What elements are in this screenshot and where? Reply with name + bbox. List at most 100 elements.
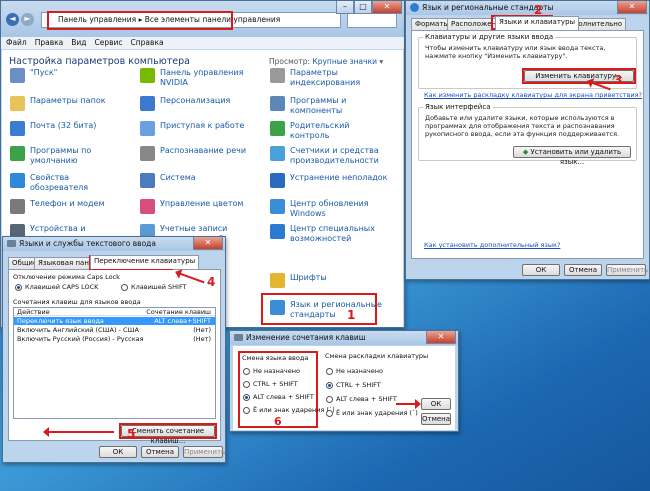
radio-button[interactable] (243, 393, 250, 401)
menu-edit[interactable]: Правка (35, 37, 64, 49)
control-panel-item-icon (10, 96, 25, 111)
menu-file[interactable]: Файл (6, 37, 27, 49)
option-alt-shift[interactable]: ALT слева + SHIFT (326, 395, 397, 403)
control-panel-item[interactable]: Центр специальных возможностей (270, 224, 388, 244)
annotation-arrow-ok (396, 399, 421, 409)
group-title: Смена раскладки клавиатуры (325, 352, 429, 360)
option-ctrl-shift[interactable]: CTRL + SHIFT (243, 380, 298, 388)
radio-button[interactable] (326, 395, 333, 403)
control-panel-item[interactable]: Устранение неполадок (270, 173, 388, 188)
ok-button[interactable]: ОК (421, 398, 451, 410)
cancel-button[interactable]: Отмена (564, 264, 602, 276)
control-panel-item[interactable]: Почта (32 бита) (10, 121, 128, 136)
control-panel-item[interactable]: Управление цветом (140, 199, 258, 214)
close-button[interactable]: ✕ (193, 237, 223, 250)
radio-button[interactable] (326, 381, 333, 389)
tab-switch-keyboard[interactable]: Переключение клавиатуры (90, 255, 200, 269)
control-panel-item-label: Шрифты (290, 273, 327, 282)
control-panel-item[interactable]: Параметры папок (10, 96, 128, 111)
annotation-arrow-5 (48, 431, 114, 433)
apply-button[interactable]: Применить (183, 446, 225, 458)
close-button[interactable]: ✕ (372, 1, 402, 14)
install-language-button[interactable]: ◆ Установить или удалить язык... (513, 146, 631, 166)
forward-button[interactable]: ► (21, 13, 34, 26)
close-button[interactable]: ✕ (617, 1, 647, 14)
ok-button[interactable]: ОК (522, 264, 560, 276)
tab-strip: Форматы Расположение Языки и клавиатуры … (411, 16, 644, 30)
control-panel-item-icon (270, 121, 285, 136)
annotation-number-6: 6 (274, 415, 282, 428)
view-selector[interactable]: Просмотр: Крупные значки ▾ (269, 57, 383, 66)
option-ctrl-shift[interactable]: CTRL + SHIFT (326, 381, 381, 389)
tab-languages-keyboards[interactable]: Языки и клавиатуры (495, 16, 580, 30)
menu-bar: Файл Правка Вид Сервис Справка (1, 37, 404, 49)
control-panel-item-icon (10, 121, 25, 136)
control-panel-item[interactable]: Шрифты (270, 273, 388, 288)
control-panel-item[interactable]: Параметры индексирования (270, 68, 388, 88)
control-panel-item[interactable]: Родительский контроль (270, 121, 388, 141)
keyboard-icon (234, 334, 243, 341)
caps-option-caps[interactable]: Клавишей CAPS LOCK (15, 283, 98, 291)
radio-button[interactable] (243, 406, 250, 414)
control-panel-item-icon (140, 173, 155, 188)
input-language-group: Смена языка ввода Не назначено CTRL + SH… (238, 351, 335, 428)
radio-button[interactable] (121, 283, 128, 291)
control-panel-item[interactable]: "Пуск" (10, 68, 128, 83)
dialog-title: Языки и службы текстового ввода (19, 239, 156, 248)
welcome-screen-link[interactable]: Как изменить раскладку клавиатуры для эк… (424, 91, 642, 99)
control-panel-item[interactable]: Приступая к работе (140, 121, 258, 136)
option-grave[interactable]: Ё или знак ударения (`) (326, 409, 418, 417)
option-alt-shift[interactable]: ALT слева + SHIFT (243, 393, 314, 401)
annotation-number-2: 2 (534, 3, 543, 17)
control-panel-item[interactable]: Система (140, 173, 258, 188)
control-panel-item-label: Персонализация (160, 96, 231, 105)
control-panel-item[interactable]: Центр обновления Windows (270, 199, 388, 219)
title-bar: Языки и службы текстового ввода (3, 237, 225, 251)
title-bar: Язык и региональные стандарты (406, 1, 649, 15)
keyboard-icon (7, 240, 16, 247)
control-panel-item-icon (10, 173, 25, 188)
apply-button[interactable]: Применить (606, 264, 648, 276)
install-language-link[interactable]: Как установить дополнительный язык? (424, 241, 560, 249)
cancel-button[interactable]: Отмена (421, 413, 451, 425)
radio-button[interactable] (326, 409, 333, 417)
list-item[interactable]: Переключить язык ввода ALT слева+SHIFT (14, 317, 215, 325)
control-panel-item[interactable]: Панель управления NVIDIA (140, 68, 258, 88)
control-panel-item[interactable]: Программы по умолчанию (10, 146, 128, 166)
control-panel-item-label: Параметры папок (30, 96, 106, 105)
option-none[interactable]: Не назначено (243, 367, 300, 375)
title-bar: Изменение сочетания клавиш (230, 331, 458, 345)
menu-view[interactable]: Вид (71, 37, 86, 49)
close-button[interactable]: ✕ (426, 331, 456, 344)
menu-tools[interactable]: Сервис (95, 37, 123, 49)
back-button[interactable]: ◄ (6, 13, 19, 26)
radio-button[interactable] (243, 367, 250, 375)
control-panel-item-icon (270, 96, 285, 111)
control-panel-item-label: Программы по умолчанию (30, 146, 92, 165)
control-panel-item[interactable]: Персонализация (140, 96, 258, 111)
control-panel-item[interactable]: Телефон и модем (10, 199, 128, 214)
group-title: Клавиатуры и другие языки ввода (423, 33, 556, 41)
option-none[interactable]: Не назначено (326, 367, 383, 375)
control-panel-item-label: Родительский контроль (290, 121, 350, 140)
control-panel-item-icon (10, 199, 25, 214)
ok-button[interactable]: ОК (99, 446, 137, 458)
minimize-button[interactable]: – (336, 1, 354, 14)
group-title: Язык интерфейса (423, 103, 493, 111)
control-panel-item[interactable]: Свойства обозревателя (10, 173, 128, 193)
keyboards-group: Клавиатуры и другие языки ввода Чтобы из… (418, 33, 637, 89)
list-item[interactable]: Включить Английский (США) - США (Нет) (14, 326, 215, 334)
list-item[interactable]: Включить Русский (Россия) - Русская (Нет) (14, 335, 215, 343)
control-panel-item[interactable]: Счетчики и средства производительности (270, 146, 388, 166)
maximize-button[interactable]: □ (354, 1, 372, 14)
cancel-button[interactable]: Отмена (141, 446, 179, 458)
control-panel-item[interactable]: Распознавание речи (140, 146, 258, 161)
radio-button[interactable] (326, 367, 333, 375)
caps-option-shift[interactable]: Клавишей SHIFT (121, 283, 187, 291)
option-grave[interactable]: Ё или знак ударения (`) (243, 406, 335, 414)
control-panel-item[interactable]: Программы и компоненты (270, 96, 388, 116)
radio-button[interactable] (243, 380, 250, 388)
menu-help[interactable]: Справка (131, 37, 164, 49)
layout-group: Смена раскладки клавиатуры Не назначено … (323, 351, 428, 428)
radio-button[interactable] (15, 283, 22, 291)
